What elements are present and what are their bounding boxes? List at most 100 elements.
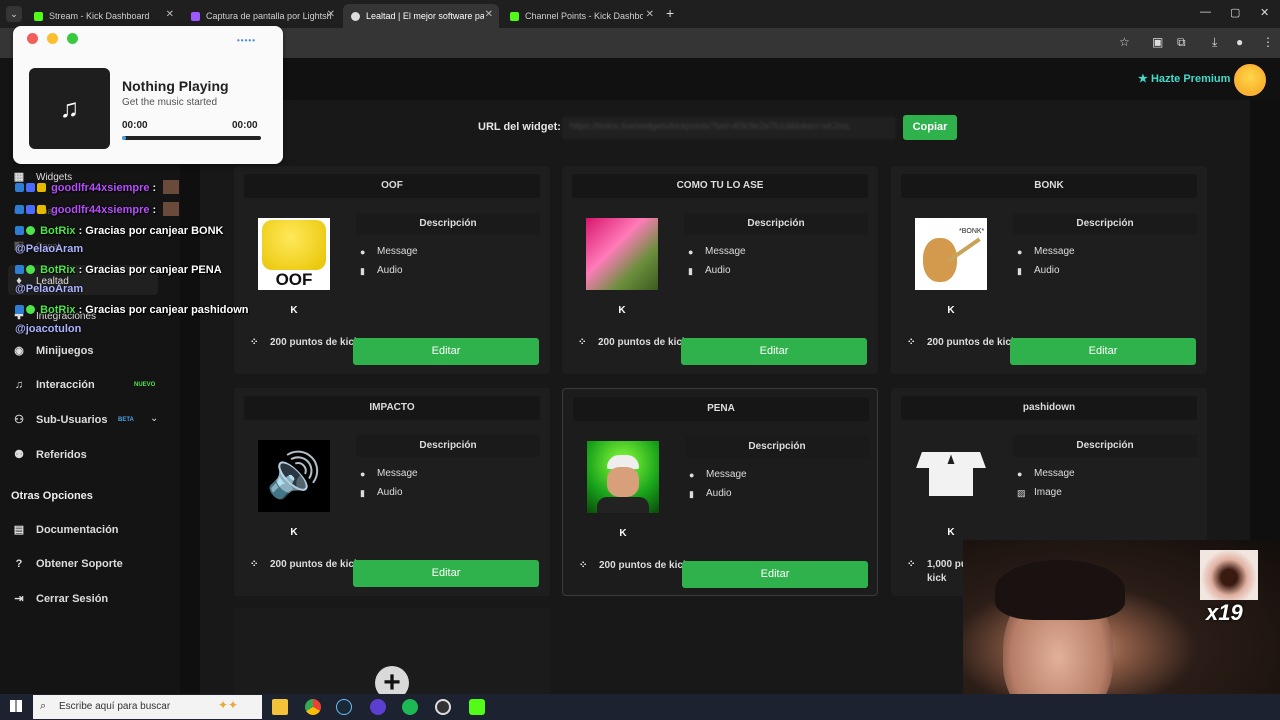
sidebar-item-minijuegos[interactable]: ◉ Minijuegos [12, 345, 93, 357]
bookmark-star-icon[interactable]: ☆ [1119, 35, 1130, 49]
steam-icon[interactable] [336, 699, 352, 715]
reward-card: IMPACTO 🔊 Descripción ● Message ▮ Audio K ⁘ 200 p… [234, 388, 550, 596]
sidebar-item-label: Referidos [36, 449, 87, 461]
app-icon[interactable] [435, 699, 451, 715]
maximize-icon[interactable]: ▢ [1230, 6, 1240, 19]
card-points-label: 200 puntos de kick [599, 560, 689, 571]
close-window-icon[interactable]: ✕ [1260, 6, 1269, 19]
obs-icon[interactable] [370, 699, 386, 715]
tab-list-button[interactable]: ⌄ [6, 6, 22, 22]
sidebar-item-label: Documentación [36, 524, 119, 536]
card-attribute-row: ▮ Audio [360, 487, 403, 498]
tab-stream-kick[interactable]: Stream - Kick Dashboard ✕ [26, 4, 180, 28]
sidebar-item-soporte[interactable]: ? Obtener Soporte [12, 558, 123, 570]
card-points-label: 200 puntos de kick [598, 337, 688, 348]
minimize-dot-icon[interactable] [47, 33, 58, 44]
card-title: COMO TU LO ASE [572, 174, 868, 198]
card-description-header: Descripción [356, 435, 540, 457]
audio-icon: ▮ [360, 265, 365, 276]
chat-username: goodlfr44xsiempre [51, 182, 150, 194]
card-attribute-row: ▮ Audio [689, 488, 732, 499]
new-tab-button[interactable]: + [666, 5, 674, 21]
chat-message: goodlfr44xsiempre : [15, 202, 180, 216]
spotify-icon[interactable] [402, 699, 418, 715]
sidebar-item-referidos[interactable]: ⚉ Referidos [12, 449, 87, 461]
profile-icon[interactable]: ● [1236, 35, 1243, 49]
card-attribute-label: Image [1034, 487, 1062, 498]
tab-label: Stream - Kick Dashboard [49, 11, 150, 21]
message-icon: ● [360, 468, 366, 479]
card-attribute-label: Audio [377, 265, 403, 276]
sidebar-item-interaccion[interactable]: ♫ Interacción [12, 379, 95, 391]
edit-button[interactable]: Editar [1010, 338, 1196, 365]
laughing-emote-image [1200, 550, 1258, 600]
reward-card: COMO TU LO ASE Descripción ● Message ▮ Audio K… [562, 166, 878, 374]
edit-button[interactable]: Editar [353, 338, 539, 365]
card-title: pashidown [901, 396, 1197, 420]
other-options-heading: Otras Opciones [11, 490, 93, 502]
music-note-icon: ♫ [29, 68, 110, 149]
sidebar-item-cerrar-sesion[interactable]: ⇥ Cerrar Sesión [12, 593, 108, 605]
kick-logo-icon: K [947, 305, 955, 316]
progress-bar[interactable] [122, 136, 261, 140]
points-icon: ⁘ [579, 560, 588, 571]
close-tab-icon[interactable]: ✕ [166, 9, 174, 20]
card-title: OOF [244, 174, 540, 198]
translate-icon[interactable]: ▣ [1152, 35, 1163, 49]
copy-button[interactable]: Copiar [903, 115, 957, 140]
kick-favicon-icon [34, 11, 43, 21]
avatar[interactable] [1234, 64, 1266, 96]
message-icon: ● [1017, 246, 1023, 257]
kick-logo-icon: K [619, 528, 627, 539]
card-attribute-label: Message [1034, 468, 1075, 479]
tab-label: Lealtad | El mejor software para [366, 11, 484, 21]
chat-text: : Gracias por canjear pashidown [78, 304, 249, 316]
badge-icon [15, 226, 24, 235]
tab-lightshot[interactable]: Captura de pantalla por Lightsh ✕ [183, 4, 341, 28]
chat-username: BotRix [40, 304, 76, 316]
minimize-icon[interactable]: — [1200, 6, 1211, 18]
sidebar-item-sub-usuarios[interactable]: ⚇ Sub-Usuarios [12, 414, 107, 426]
chrome-icon[interactable] [305, 699, 321, 715]
maximize-dot-icon[interactable] [67, 33, 78, 44]
emote-multiplier: x19 [1206, 600, 1243, 625]
card-points-label: 200 puntos de kick [270, 337, 360, 348]
close-dot-icon[interactable] [27, 33, 38, 44]
badge-icon [26, 265, 35, 274]
chat-username: goodlfr44xsiempre [51, 204, 150, 216]
edit-button[interactable]: Editar [682, 561, 868, 588]
close-tab-icon[interactable]: ✕ [327, 9, 335, 20]
close-tab-icon[interactable]: ✕ [485, 9, 493, 20]
options-dots-icon[interactable]: ••••• [237, 36, 256, 45]
sidebar-item-label: Cerrar Sesión [36, 593, 109, 605]
card-attribute-label: Audio [706, 488, 732, 499]
card-attribute-row: ● Message [1017, 246, 1075, 257]
card-thumbnail [587, 441, 659, 513]
widget-url-field[interactable]: https://botrix.live/widgets/kickpoints?b… [562, 116, 896, 140]
kick-logo-icon: K [618, 305, 626, 316]
download-icon[interactable]: ⤓ [1212, 35, 1217, 50]
premium-link[interactable]: ★ Hazte Premium [1138, 72, 1230, 85]
music-icon: ♫ [14, 379, 24, 391]
audio-icon: ▮ [688, 265, 693, 276]
chevron-down-icon[interactable]: ⌄ [150, 413, 158, 424]
close-tab-icon[interactable]: ✕ [646, 9, 654, 20]
windows-start-icon[interactable] [10, 700, 22, 712]
points-icon: ⁘ [250, 337, 259, 348]
badge-icon [15, 305, 24, 314]
tab-lealtad[interactable]: Lealtad | El mejor software para ✕ [343, 4, 499, 28]
menu-kebab-icon[interactable]: ⋮ [1262, 35, 1274, 49]
card-attribute-row: ▨ Image [1017, 487, 1062, 498]
edit-button[interactable]: Editar [681, 338, 867, 365]
reward-card: PENA Descripción ● Message ▮ Audio K ⁘ 200 punto… [562, 388, 878, 596]
card-attribute-label: Audio [705, 265, 731, 276]
sidebar-item-documentacion[interactable]: ▤ Documentación [12, 524, 119, 536]
extensions-icon[interactable]: ⧉ [1177, 35, 1186, 50]
edit-button[interactable]: Editar [353, 560, 539, 587]
badge-icon [15, 183, 24, 192]
doc-icon: ▤ [13, 524, 25, 536]
message-icon: ● [1017, 468, 1023, 479]
file-explorer-icon[interactable] [272, 699, 288, 715]
kick-app-icon[interactable] [469, 699, 485, 715]
tab-channel-points[interactable]: Channel Points - Kick Dashboa ✕ [502, 4, 660, 28]
